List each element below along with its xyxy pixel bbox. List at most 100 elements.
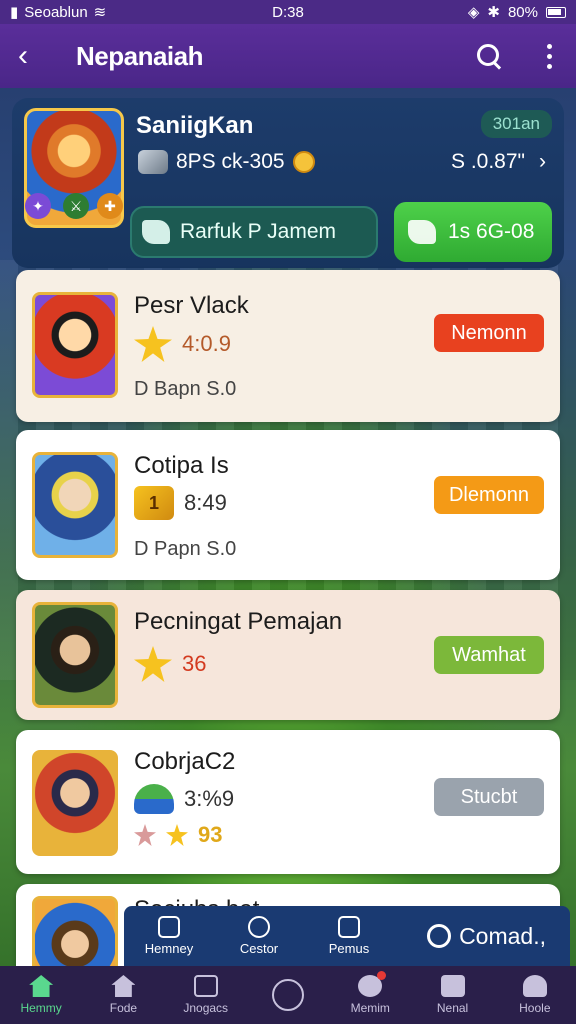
bluetooth-icon: ✱ bbox=[487, 4, 500, 21]
nav-item-memim[interactable]: Memim bbox=[338, 971, 402, 1015]
star-icon bbox=[166, 824, 188, 846]
folder-icon bbox=[440, 975, 465, 997]
rating-value: 3:%9 bbox=[184, 786, 235, 811]
star-icon bbox=[134, 326, 172, 362]
player-thumbnail bbox=[32, 292, 118, 398]
award-icon bbox=[427, 924, 452, 948]
emoji-coin-icon bbox=[292, 151, 315, 173]
signal-icon: ▮ bbox=[10, 4, 19, 21]
nav-item-home[interactable]: Hemmy bbox=[9, 975, 73, 1015]
nav-item-profile[interactable]: Hoole bbox=[503, 975, 567, 1015]
item-name: CobrjaC2 bbox=[134, 748, 236, 775]
helmet-icon bbox=[134, 784, 174, 814]
page-title: Nepanaiah bbox=[76, 40, 204, 71]
rating-value: 36 bbox=[182, 651, 207, 676]
item-name: Cotipa Is bbox=[134, 452, 229, 479]
secondary-action-label: Rarfuk P Jamem bbox=[180, 220, 336, 243]
inventory-icon bbox=[338, 916, 360, 938]
primary-float-label: Comad., bbox=[459, 922, 546, 949]
item-name: Pesr Vlack bbox=[134, 292, 249, 319]
vpn-icon: ◈ bbox=[467, 4, 480, 21]
carrier-label: Seoablun bbox=[24, 3, 88, 21]
wifi-icon: ≋ bbox=[93, 4, 107, 21]
chevron-right-icon: › bbox=[539, 150, 546, 173]
list-item[interactable]: Cotipa Is 1 8:49 D Papn S.0 Dlemonn bbox=[16, 430, 560, 580]
primary-float-button[interactable]: Comad., bbox=[427, 923, 546, 950]
list-item[interactable]: Pecningat Pemajan 36 Wamhat bbox=[16, 590, 560, 720]
item-action-button[interactable]: Wamhat bbox=[434, 636, 544, 674]
item-name: Pecningat Pemajan bbox=[134, 608, 343, 635]
notification-dot bbox=[377, 971, 387, 980]
secondary-action-button[interactable]: Rarfuk P Jamem bbox=[130, 206, 378, 258]
document-icon bbox=[193, 975, 218, 997]
item-rating: 1 8:49 bbox=[134, 486, 227, 520]
medal-icon: 1 bbox=[134, 486, 174, 520]
battery-icon bbox=[546, 6, 566, 18]
nav-label: Jnogacs bbox=[183, 1001, 229, 1015]
player-name: SaniigKan bbox=[136, 112, 254, 139]
helmet-outline-icon bbox=[248, 916, 270, 938]
home-icon bbox=[158, 916, 180, 938]
item-action-button[interactable]: Nemonn bbox=[434, 314, 544, 352]
balance-row[interactable]: S .0.87" › bbox=[451, 150, 546, 174]
back-arrow-icon[interactable]: ‹ bbox=[18, 41, 58, 71]
item-rating: 4:0.9 bbox=[134, 326, 231, 362]
rating-value: 4:0.9 bbox=[182, 331, 231, 356]
skill-badge-icon: ✚ bbox=[97, 193, 123, 219]
item-action-button[interactable]: Dlemonn bbox=[434, 476, 544, 514]
class-badge-icon: ✦ bbox=[25, 193, 51, 219]
float-item-label: Pemus bbox=[328, 941, 370, 956]
item-action-button[interactable]: Stucbt bbox=[434, 778, 544, 816]
weapon-badge-icon: ⚔ bbox=[63, 193, 89, 219]
player-thumbnail bbox=[32, 602, 118, 708]
clock: D:38 bbox=[272, 3, 304, 21]
rating-value: 8:49 bbox=[184, 490, 227, 515]
nav-item-jnogacs[interactable]: Jnogacs bbox=[174, 975, 238, 1015]
profile-card: ✦ ⚔ ✚ SaniigKan 301an 8PS ck-305 S .0.87… bbox=[12, 98, 564, 268]
nav-item-nenal[interactable]: Nenal bbox=[421, 975, 485, 1015]
more-options-icon[interactable] bbox=[541, 43, 558, 69]
stat-text: 8PS ck-305 bbox=[176, 150, 285, 173]
bottom-navigation: Hemmy Fode Jnogacs Memim Nenal Hoole bbox=[0, 966, 576, 1024]
nav-label: Memim bbox=[350, 1001, 390, 1015]
play-circle-icon bbox=[271, 979, 304, 1011]
primary-action-button[interactable]: 1s 6G-08 bbox=[394, 202, 552, 262]
star-icon bbox=[134, 824, 156, 846]
message-icon bbox=[358, 971, 387, 997]
nav-label: Nenal bbox=[436, 1001, 469, 1015]
home-icon bbox=[29, 975, 54, 997]
profile-icon bbox=[522, 975, 547, 997]
nav-item-center[interactable] bbox=[256, 979, 320, 1011]
item-price: D Papn S.0 bbox=[134, 538, 237, 560]
search-icon[interactable] bbox=[475, 42, 503, 70]
hand-icon bbox=[142, 220, 170, 244]
list-item[interactable]: CobrjaC2 3:%9 93 Stucbt bbox=[16, 730, 560, 874]
app-bar: ‹ Nepanaiah bbox=[0, 24, 576, 88]
item-rating: 36 bbox=[134, 646, 206, 682]
float-item-cestor[interactable]: Cestor bbox=[214, 916, 304, 956]
status-bar: ▮ Seoablun ≋ D:38 ◈ ✱ 80% bbox=[0, 0, 576, 24]
player-thumbnail bbox=[32, 452, 118, 558]
float-item-hemney[interactable]: Hemney bbox=[124, 916, 214, 956]
equipment-icon bbox=[138, 150, 168, 174]
item-price: D Bapn S.0 bbox=[134, 378, 237, 400]
primary-action-label: 1s 6G-08 bbox=[448, 220, 535, 243]
player-thumbnail bbox=[32, 750, 118, 856]
battery-percent: 80% bbox=[507, 3, 538, 21]
level-badge: 301an bbox=[480, 110, 552, 138]
float-item-label: Cestor bbox=[239, 941, 279, 956]
nav-label: Fode bbox=[109, 1001, 138, 1015]
nav-label: Hemmy bbox=[20, 1001, 62, 1015]
player-avatar[interactable]: ✦ ⚔ ✚ bbox=[24, 108, 124, 228]
float-item-label: Hemney bbox=[144, 941, 194, 956]
floating-action-bar: Hemney Cestor Pemus Comad., bbox=[124, 906, 570, 966]
item-stars: 93 bbox=[134, 822, 222, 848]
house-icon bbox=[111, 975, 136, 997]
balance-value: S .0.87" bbox=[450, 150, 525, 173]
nav-item-fode[interactable]: Fode bbox=[91, 975, 155, 1015]
item-score: 93 bbox=[198, 822, 223, 847]
nav-label: Hoole bbox=[519, 1001, 551, 1015]
float-item-pemus[interactable]: Pemus bbox=[304, 916, 394, 956]
boost-icon bbox=[408, 220, 436, 244]
list-item[interactable]: Pesr Vlack 4:0.9 D Bapn S.0 Nemonn bbox=[16, 270, 560, 422]
